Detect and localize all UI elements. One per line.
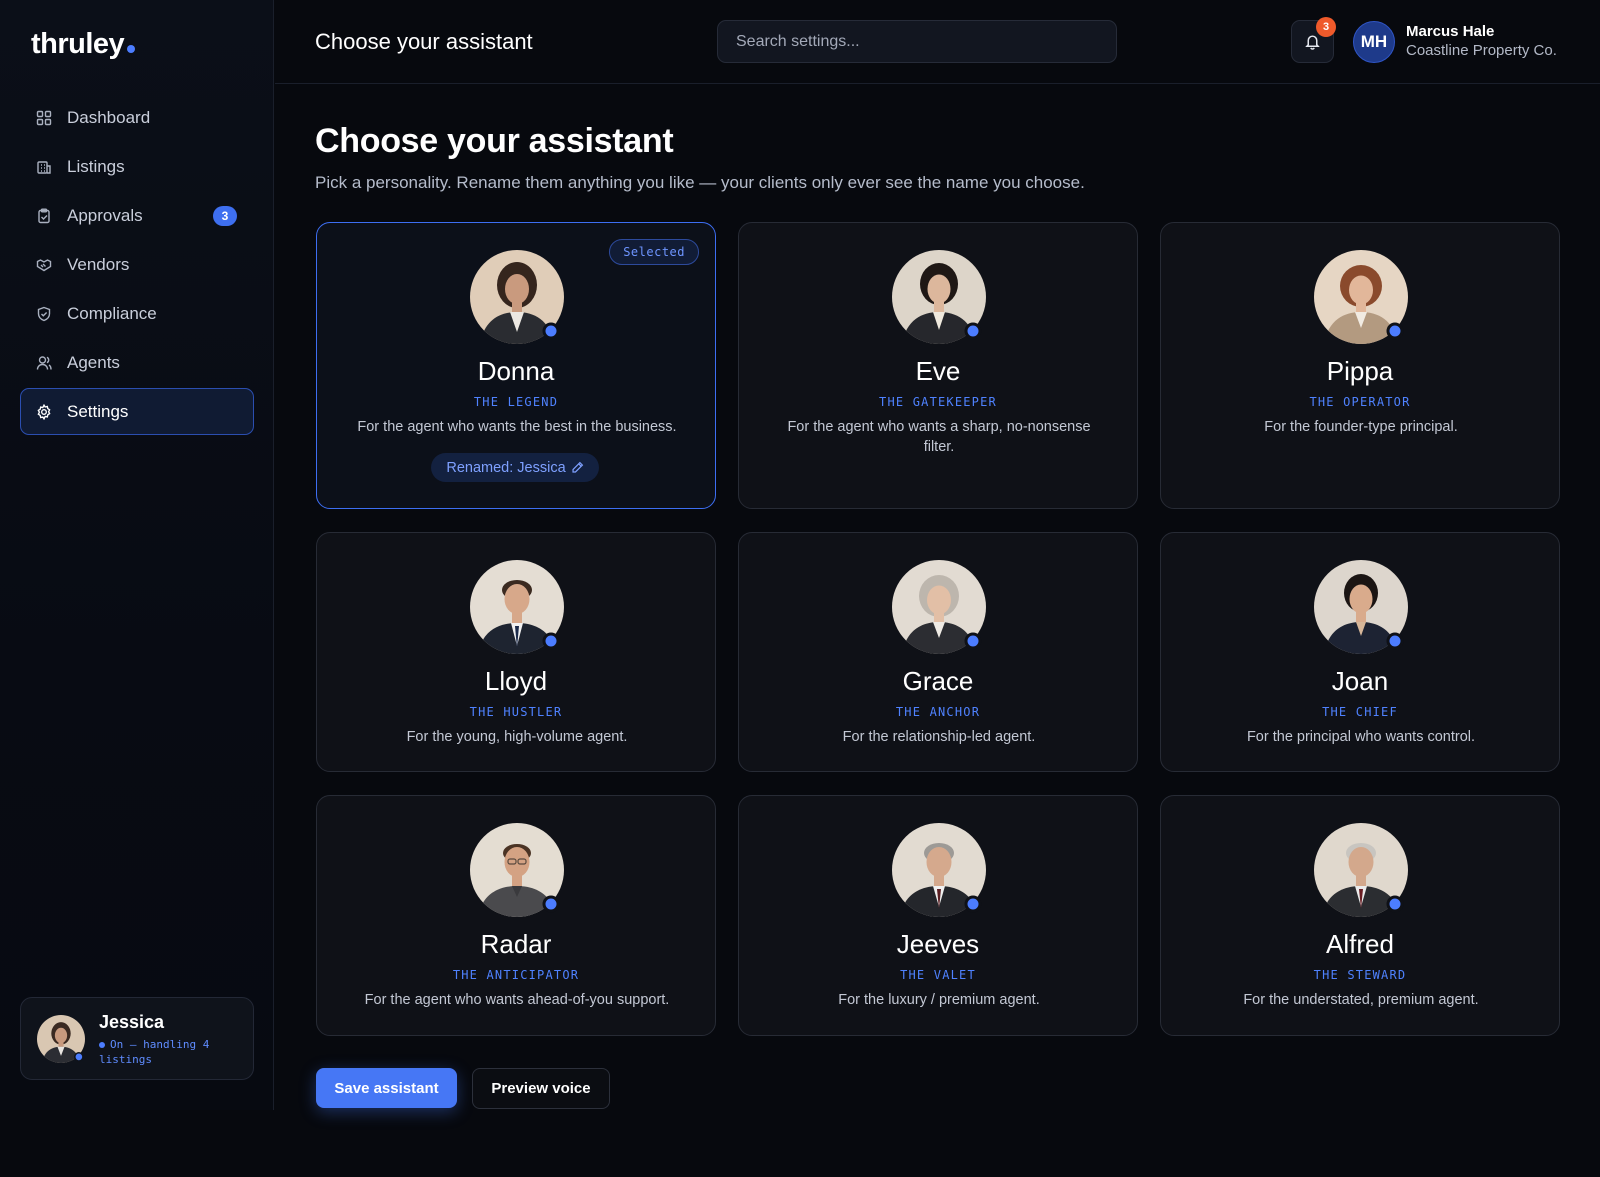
assistant-role: THE STEWARD [1313, 968, 1407, 982]
sidebar-item-vendors[interactable]: Vendors [20, 241, 254, 288]
sidebar-item-label: Settings [67, 401, 129, 421]
shield-check-icon [36, 306, 52, 322]
bell-icon [1304, 33, 1321, 50]
sidebar-item-settings[interactable]: Settings [20, 388, 254, 435]
assistant-description: For the agent who wants a sharp, no-nons… [787, 419, 1091, 455]
assistant-card-lloyd[interactable]: Lloyd THE HUSTLER For the young, high-vo… [316, 532, 716, 772]
top-header: Choose your assistant 3 MH Marcus Hale C… [275, 0, 1600, 84]
assistant-name: Radar [480, 929, 552, 959]
sidebar-item-label: Compliance [67, 303, 157, 323]
page-subtitle: Pick a personality. Rename them anything… [315, 173, 1085, 192]
selected-badge: Selected [609, 239, 699, 265]
assistant-description: For the agent who wants ahead-of-you sup… [364, 992, 670, 1008]
search-box[interactable] [717, 20, 1117, 63]
avatar [892, 823, 986, 917]
users-icon [36, 355, 52, 371]
assistant-role: THE ANTICIPATOR [452, 968, 580, 982]
assistant-role: THE GATEKEEPER [879, 395, 997, 409]
assistant-description: For the understated, premium agent. [1243, 992, 1479, 1008]
notification-count-badge: 3 [1316, 17, 1336, 37]
assistant-role: THE OPERATOR [1309, 395, 1411, 409]
logo-dot [127, 45, 136, 53]
user-org: Coastline Property Co. [1406, 42, 1557, 59]
assistant-card-jeeves[interactable]: Jeeves THE VALET For the luxury / premiu… [738, 795, 1138, 1036]
sidebar: thruley Dashboard Listings Approvals 3 V… [0, 0, 274, 1110]
assistant-card-eve[interactable]: Eve THE GATEKEEPER For the agent who wan… [738, 222, 1138, 509]
save-assistant-button[interactable]: Save assistant [316, 1068, 457, 1108]
pencil-icon [571, 461, 584, 474]
sidebar-item-approvals[interactable]: Approvals 3 [20, 192, 254, 239]
assistant-name: Jeeves [896, 929, 980, 959]
rename-button[interactable]: Renamed: Jessica [431, 453, 599, 482]
building-icon [36, 159, 52, 175]
assistant-description: For the principal who wants control. [1246, 729, 1476, 745]
user-name: Marcus Hale [1406, 23, 1495, 40]
sidebar-item-label: Listings [67, 156, 125, 176]
header-title: Choose your assistant [315, 29, 533, 54]
sidebar-item-agents[interactable]: Agents [20, 339, 254, 386]
assistant-role: THE ANCHOR [895, 705, 981, 719]
avatar [892, 560, 986, 654]
gear-icon [36, 403, 52, 420]
assistant-description: For the agent who wants the best in the … [357, 419, 677, 435]
assistant-role: THE LEGEND [473, 395, 559, 409]
assistant-role: THE VALET [900, 968, 976, 982]
assistant-name: Donna [477, 356, 555, 386]
assistant-name: Joan [1331, 666, 1389, 696]
sidebar-item-label: Dashboard [67, 107, 151, 127]
assistant-name: Jessica [99, 1012, 165, 1032]
approvals-count-badge: 3 [213, 206, 237, 226]
assistant-card-pippa[interactable]: Pippa THE OPERATOR For the founder-type … [1160, 222, 1560, 509]
rename-label: Renamed: Jessica [446, 459, 566, 476]
sidebar-item-dashboard[interactable]: Dashboard [20, 94, 254, 141]
assistant-name: Pippa [1326, 356, 1394, 386]
status-dot [99, 1042, 105, 1048]
sidebar-item-label: Vendors [67, 254, 130, 274]
assistant-name: Eve [915, 356, 961, 386]
avatar [1314, 250, 1408, 344]
assistant-card-donna[interactable]: Selected Donna THE LEGEND For the agent … [316, 222, 716, 509]
page-title: Choose your assistant [315, 122, 674, 160]
assistant-status-text: On — handling 4 listings [99, 1038, 210, 1066]
sidebar-item-compliance[interactable]: Compliance [20, 290, 254, 337]
assistant-card-joan[interactable]: Joan THE CHIEF For the principal who wan… [1160, 532, 1560, 772]
assistant-status: On — handling 4 listings [99, 1037, 239, 1067]
sidebar-item-label: Approvals [67, 205, 143, 225]
clipboard-check-icon [36, 208, 52, 224]
assistant-card-alfred[interactable]: Alfred THE STEWARD For the understated, … [1160, 795, 1560, 1036]
assistant-name: Grace [902, 666, 974, 696]
sidebar-nav: Dashboard Listings Approvals 3 Vendors C… [20, 94, 254, 437]
active-assistant-card[interactable]: Jessica On — handling 4 listings [20, 997, 254, 1080]
handshake-icon [36, 257, 52, 273]
avatar [470, 250, 564, 344]
assistant-description: For the relationship-led agent. [842, 729, 1036, 745]
avatar [892, 250, 986, 344]
user-avatar[interactable]: MH [1353, 21, 1395, 63]
search-input[interactable] [736, 32, 1116, 51]
avatar [37, 1015, 85, 1063]
assistant-description: For the young, high-volume agent. [406, 729, 628, 745]
assistant-card-grace[interactable]: Grace THE ANCHOR For the relationship-le… [738, 532, 1138, 772]
avatar [470, 560, 564, 654]
avatar [1314, 823, 1408, 917]
grid-icon [36, 110, 52, 126]
assistant-role: THE HUSTLER [469, 705, 563, 719]
assistant-card-radar[interactable]: Radar THE ANTICIPATOR For the agent who … [316, 795, 716, 1036]
sidebar-item-label: Agents [67, 352, 120, 372]
assistant-role: THE CHIEF [1322, 705, 1398, 719]
assistant-description: For the founder-type principal. [1264, 419, 1458, 435]
assistant-description: For the luxury / premium agent. [838, 992, 1040, 1008]
assistant-name: Lloyd [484, 666, 548, 696]
assistant-name: Alfred [1326, 929, 1394, 959]
preview-voice-button[interactable]: Preview voice [472, 1068, 610, 1109]
sidebar-item-listings[interactable]: Listings [20, 143, 254, 190]
avatar [1314, 560, 1408, 654]
brand-logo[interactable]: thruley [31, 28, 136, 61]
avatar [470, 823, 564, 917]
